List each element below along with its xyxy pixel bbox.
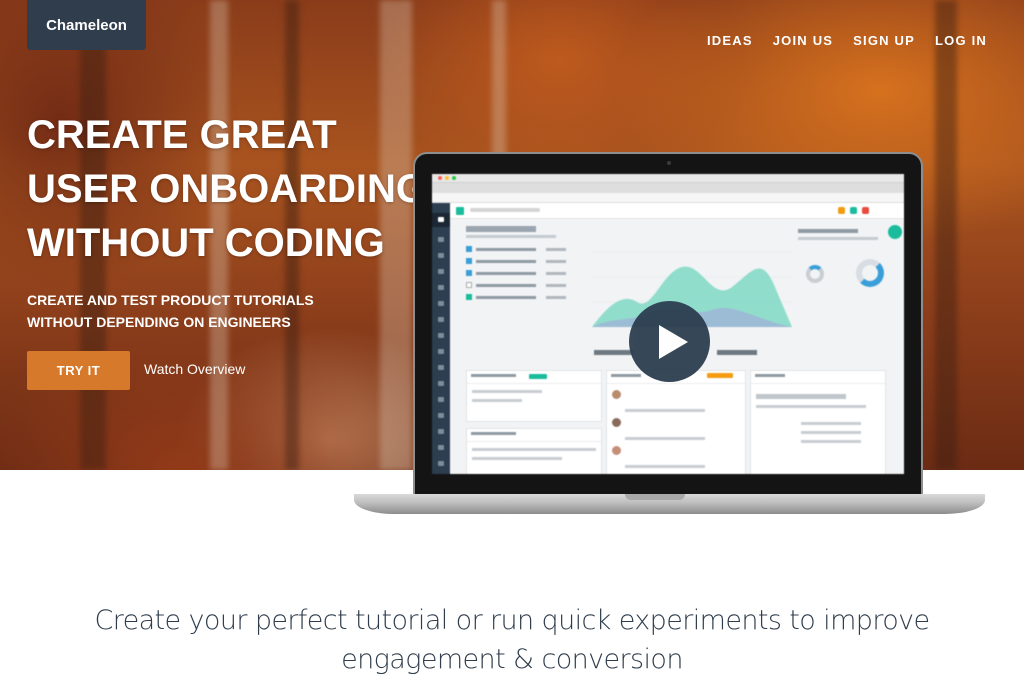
headline-line: CREATE GREAT [27, 113, 337, 157]
play-icon [659, 324, 688, 359]
stat-value [594, 350, 634, 355]
tagline-line: engagement & conversion [341, 644, 683, 675]
panel-new-data [466, 370, 602, 422]
nav-log-in[interactable]: LOG IN [935, 33, 987, 48]
app-topbar [450, 203, 904, 219]
add-fab [888, 225, 902, 239]
laptop-notch [625, 494, 685, 500]
stat-value [717, 350, 757, 355]
browser-url-bar [432, 193, 904, 203]
nav-sign-up[interactable]: SIGN UP [853, 33, 915, 48]
tree-trunk [935, 0, 957, 470]
nav-join-us[interactable]: JOIN US [773, 33, 833, 48]
tagline: Create your perfect tutorial or run quic… [0, 601, 1024, 679]
panel-daily-feed [606, 370, 746, 474]
app-sidebar [432, 203, 450, 474]
headline-line: WITHOUT CODING [27, 221, 385, 265]
panel-comments [466, 428, 602, 474]
tagline-line: Create your perfect tutorial or run quic… [94, 605, 930, 636]
browser-tab-bar [432, 183, 904, 193]
watch-overview-link[interactable]: Watch Overview [144, 361, 245, 377]
try-it-button[interactable]: TRY IT [27, 351, 130, 390]
project-beta-widget [798, 229, 898, 349]
nav-ideas[interactable]: IDEAS [707, 33, 753, 48]
brand-logo[interactable]: Chameleon [27, 0, 146, 50]
subheadline-line: CREATE AND TEST PRODUCT TUTORIALS [27, 292, 314, 308]
panel-alpha-project [750, 370, 886, 474]
subheadline-line: WITHOUT DEPENDING ON ENGINEERS [27, 314, 291, 330]
hero-subheadline: CREATE AND TEST PRODUCT TUTORIALS WITHOU… [27, 289, 387, 333]
headline-line: USER ONBOARDING [27, 167, 428, 211]
top-nav: IDEAS JOIN US SIGN UP LOG IN [707, 33, 987, 48]
hero-headline: CREATE GREAT USER ONBOARDING WITHOUT COD… [27, 108, 427, 270]
os-menu-bar [432, 174, 904, 183]
laptop-camera [667, 161, 671, 165]
play-video-button[interactable] [629, 301, 710, 382]
welcome-widget [466, 226, 596, 346]
